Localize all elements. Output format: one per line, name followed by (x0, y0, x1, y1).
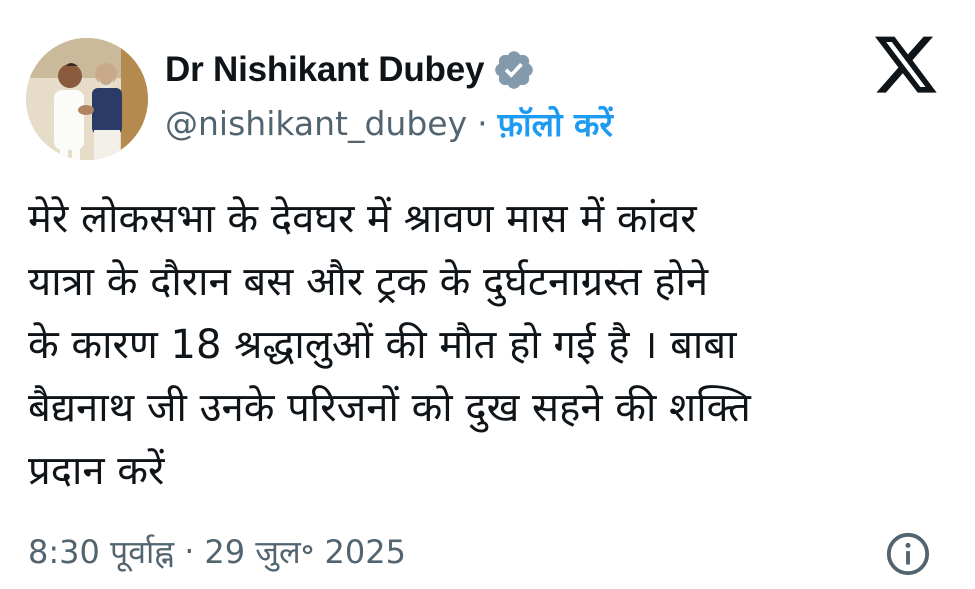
tweet-card: Dr Nishikant Dubey @nishikant_dubey · फ़… (0, 0, 975, 589)
tweet-timestamp[interactable]: 8:30 पूर्वाह्न · 29 जुल॰ 2025 (28, 527, 406, 575)
author-handle-row: @nishikant_dubey · फ़ॉलो करें (165, 99, 613, 147)
author-name-row: Dr Nishikant Dubey (165, 44, 536, 96)
follow-button[interactable]: फ़ॉलो करें (498, 101, 613, 146)
separator-dot: · (184, 532, 195, 570)
separator-dot: · (477, 103, 488, 143)
x-logo-icon[interactable] (875, 36, 939, 96)
avatar[interactable] (26, 38, 148, 160)
profile-photo (26, 38, 148, 160)
info-icon[interactable] (885, 531, 931, 577)
verified-badge-icon (495, 51, 534, 89)
tweet-time: 8:30 पूर्वाह्न (28, 532, 175, 571)
author-display-name[interactable]: Dr Nishikant Dubey (165, 50, 484, 90)
author-handle[interactable]: @nishikant_dubey (165, 104, 467, 143)
tweet-text: मेरे लोकसभा के देवघर में श्रावण मास में … (28, 196, 751, 494)
tweet-date: 29 जुल॰ 2025 (204, 532, 406, 571)
